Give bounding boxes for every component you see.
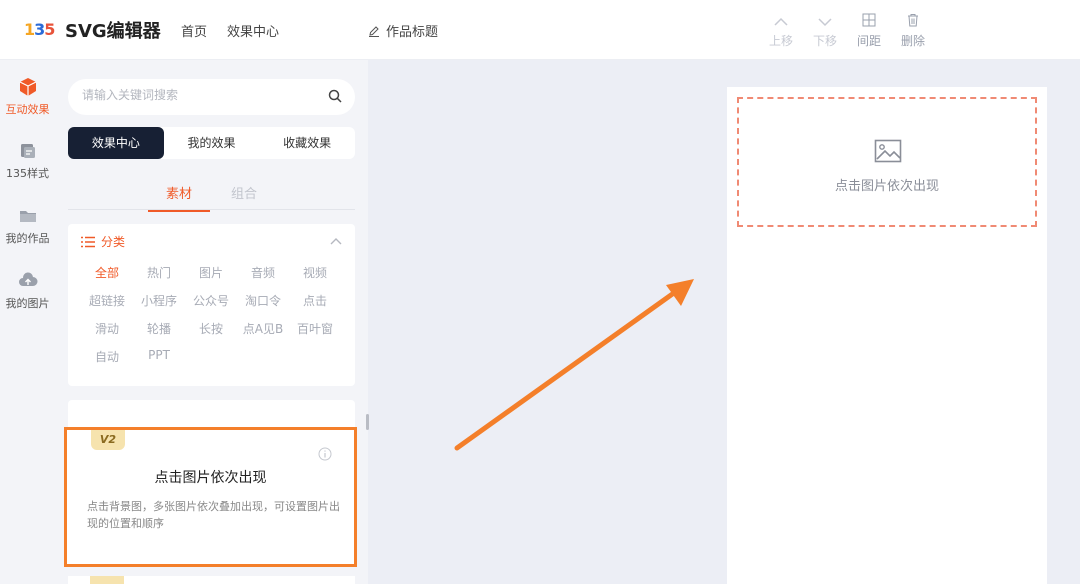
pencil-icon — [369, 25, 379, 37]
nav-home-link[interactable]: 首页 — [181, 21, 207, 40]
category-audio[interactable]: 音频 — [237, 264, 289, 281]
delete-label: 删除 — [900, 34, 925, 48]
left-rail: 互动效果 135样式 我的作品 我的图片 — [0, 60, 55, 584]
category-auto[interactable]: 自动 — [81, 348, 133, 365]
next-card-badge — [90, 576, 124, 584]
effect-placeholder[interactable]: 点击图片依次出现 — [737, 97, 1037, 227]
category-carousel[interactable]: 轮播 — [133, 320, 185, 337]
material-subtabs: 素材 组合 — [68, 180, 355, 212]
segmented-tabs: 效果中心 我的效果 收藏效果 — [68, 127, 355, 159]
category-click[interactable]: 点击 — [289, 292, 341, 309]
next-effect-card[interactable] — [68, 576, 355, 584]
canvas-area: 点击图片依次出现 — [369, 60, 1080, 584]
move-up-button[interactable]: 上移 — [763, 12, 799, 52]
work-title-text: 作品标题 — [386, 25, 439, 40]
effect-card[interactable]: V2 点击图片依次出现 点击背景图，多张图片依次叠加出现，可设置图片出现的位置和… — [64, 427, 357, 567]
version-badge: V2 — [91, 430, 125, 450]
cloud-upload-icon — [18, 272, 37, 286]
folder-icon — [19, 211, 36, 222]
brand-title: SVG编辑器 — [65, 21, 161, 42]
rail-item-my-works[interactable]: 我的作品 — [0, 206, 55, 246]
category-official-account[interactable]: 公众号 — [185, 292, 237, 309]
spacing-button[interactable]: 间距 — [851, 12, 887, 52]
list-icon — [81, 236, 95, 247]
info-icon[interactable] — [318, 447, 332, 461]
rail-item-135-styles[interactable]: 135样式 — [0, 141, 55, 181]
search-icon[interactable] — [327, 88, 343, 104]
chevron-up-icon — [763, 12, 799, 32]
chevron-down-icon — [807, 12, 843, 32]
effects-panel: 效果中心 我的效果 收藏效果 素材 组合 分类 全部 热门 图片 音频 视频 超… — [55, 60, 368, 584]
top-bar: 135 SVG编辑器 首页 效果中心 作品标题 上移 下移 间距 删除 — [0, 0, 1080, 60]
rail-label-interactive-effects: 互动效果 — [5, 103, 50, 116]
tab-my-effects[interactable]: 我的效果 — [164, 127, 260, 159]
category-hyperlink[interactable]: 超链接 — [81, 292, 133, 309]
search-input[interactable] — [82, 88, 312, 102]
trash-icon — [895, 12, 931, 32]
category-header[interactable]: 分类 — [81, 233, 125, 250]
work-title-editor[interactable]: 作品标题 — [368, 21, 438, 40]
chevron-up-icon[interactable] — [329, 234, 343, 248]
rail-item-my-images[interactable]: 我的图片 — [0, 271, 55, 311]
effect-card-title: 点击图片依次出现 — [154, 470, 267, 486]
category-video[interactable]: 视频 — [289, 264, 341, 281]
category-hot[interactable]: 热门 — [133, 264, 185, 281]
move-up-label: 上移 — [768, 34, 793, 48]
search-box — [68, 79, 355, 115]
category-title: 分类 — [101, 235, 126, 249]
category-mini-program[interactable]: 小程序 — [133, 292, 185, 309]
rail-label-my-images: 我的图片 — [5, 297, 50, 310]
category-swipe[interactable]: 滑动 — [81, 320, 133, 337]
placeholder-text: 点击图片依次出现 — [834, 179, 939, 194]
move-down-label: 下移 — [812, 34, 837, 48]
grid-spacing-icon — [851, 12, 887, 32]
spacing-label: 间距 — [856, 34, 881, 48]
style-icon — [20, 144, 35, 158]
rail-label-my-works: 我的作品 — [5, 232, 50, 245]
rail-item-interactive-effects[interactable]: 互动效果 — [0, 77, 55, 117]
category-box: 分类 全部 热门 图片 音频 视频 超链接 小程序 公众号 淘口令 点击 滑动 … — [68, 224, 355, 386]
category-ppt[interactable]: PPT — [133, 348, 185, 362]
category-blinds[interactable]: 百叶窗 — [289, 320, 341, 337]
nav-effect-center-link[interactable]: 效果中心 — [227, 21, 279, 40]
delete-button[interactable]: 删除 — [895, 12, 931, 52]
category-click-a-see-b[interactable]: 点A见B — [237, 320, 289, 337]
category-image[interactable]: 图片 — [185, 264, 237, 281]
category-long-press[interactable]: 长按 — [185, 320, 237, 337]
tab-favorite-effects[interactable]: 收藏效果 — [259, 127, 355, 159]
category-taobao-code[interactable]: 淘口令 — [237, 292, 289, 309]
effect-card-description: 点击背景图，多张图片依次叠加出现，可设置图片出现的位置和顺序 — [87, 500, 340, 530]
card-list-top — [68, 400, 355, 430]
editor-page: 点击图片依次出现 — [727, 87, 1047, 584]
tab-effect-center[interactable]: 效果中心 — [68, 127, 164, 159]
logo-135[interactable]: 135 — [24, 16, 55, 44]
subtab-combination[interactable]: 组合 — [231, 183, 257, 202]
image-icon — [874, 139, 902, 163]
cube-icon — [19, 78, 36, 96]
category-all[interactable]: 全部 — [81, 264, 133, 281]
subtab-material[interactable]: 素材 — [147, 183, 211, 212]
rail-label-135-styles: 135样式 — [6, 167, 49, 180]
move-down-button[interactable]: 下移 — [807, 12, 843, 52]
